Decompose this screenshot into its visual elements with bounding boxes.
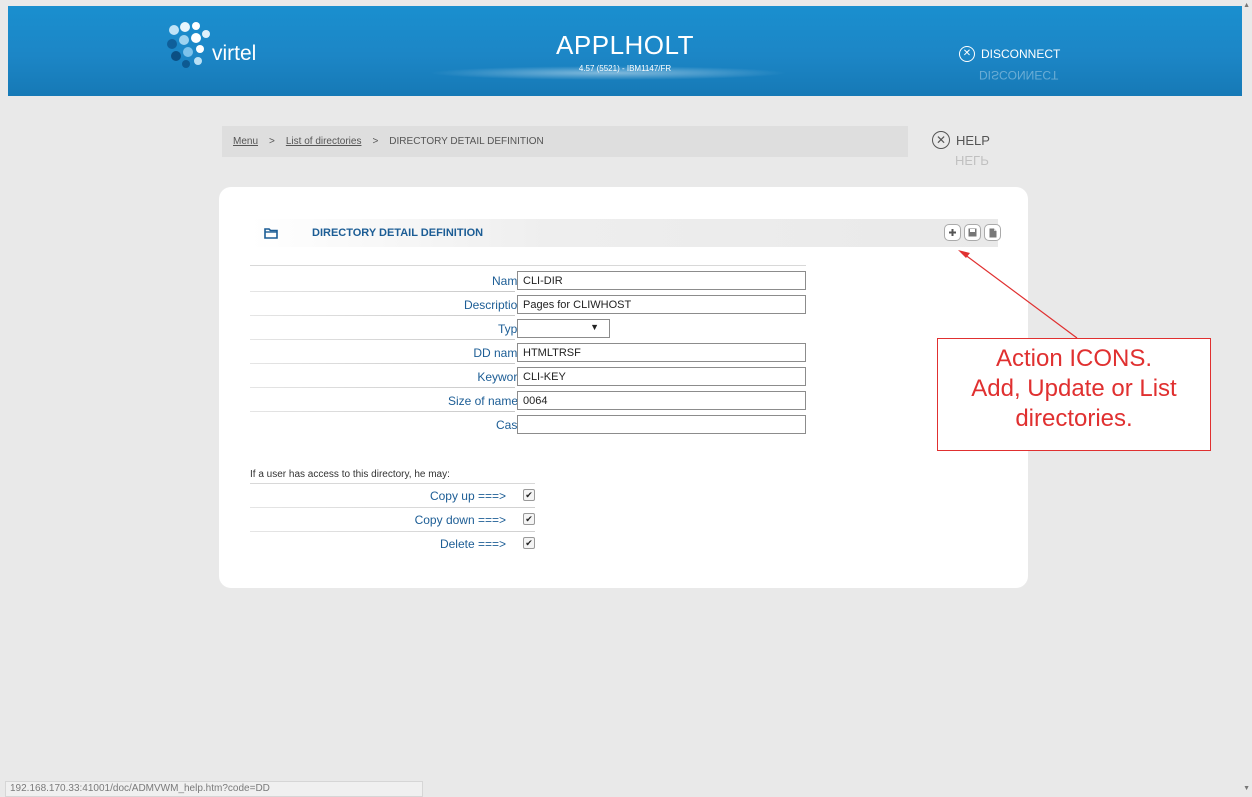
folder-icon (264, 228, 278, 239)
app-header: virtel APPLHOLT 4.57 (5521) - IBM1147/FR… (8, 6, 1242, 96)
copy-down-row: Copy down ===> ✔ (250, 508, 535, 532)
breadcrumb-separator: > (372, 136, 379, 147)
form-row-keyword: Keyword (250, 364, 806, 388)
annotation-line-3: directories. (1015, 405, 1133, 432)
copy-up-label: Copy up ===> (429, 489, 506, 503)
disconnect-reflection: DISCONNECT (979, 68, 1059, 82)
panel-title-bar: DIRECTORY DETAIL DEFINITION (250, 219, 1001, 247)
case-input[interactable] (517, 415, 806, 434)
help-reflection: HELP (955, 153, 989, 168)
detail-panel: DIRECTORY DETAIL DEFINITION Name CLI-DIR… (219, 187, 1028, 588)
name-input[interactable] (517, 271, 806, 290)
copy-up-row: Copy up ===> ✔ (250, 484, 535, 508)
tools-icon: ✕ (932, 131, 950, 149)
size-label: Size of names (447, 394, 524, 408)
keyword-input[interactable] (517, 367, 806, 386)
form-row-case: Case (250, 412, 806, 436)
panel-title: DIRECTORY DETAIL DEFINITION (312, 227, 484, 239)
delete-checkbox[interactable]: ✔ (523, 537, 535, 549)
add-button[interactable] (944, 224, 961, 241)
breadcrumb-list-link[interactable]: List of directories (286, 136, 362, 147)
annotation-line-2: Add, Update or List (971, 375, 1177, 402)
copy-down-label: Copy down ===> (414, 513, 506, 527)
dropdown-arrow-icon: ▼ (590, 322, 599, 332)
close-circle-icon: ✕ (959, 46, 975, 62)
ddname-input[interactable] (517, 343, 806, 362)
form-row-type: Type ▼ (250, 316, 806, 340)
breadcrumb-current: DIRECTORY DETAIL DEFINITION (389, 136, 544, 147)
size-input[interactable] (517, 391, 806, 410)
description-input[interactable] (517, 295, 806, 314)
scrollbar[interactable]: ▲ ▼ (1242, 0, 1252, 797)
copy-up-checkbox[interactable]: ✔ (523, 489, 535, 501)
annotation-callout: Action ICONS. Add, Update or List direct… (937, 338, 1211, 451)
annotation-line-1: Action ICONS. (995, 345, 1153, 372)
help-button[interactable]: ✕ HELP (932, 131, 990, 149)
form-row-description: Description (250, 292, 806, 316)
form-row-name: Name (250, 268, 806, 292)
form-row-ddname: DD name (250, 340, 806, 364)
status-bar-url: 192.168.170.33:41001/doc/ADMVWM_help.htm… (5, 781, 423, 797)
scroll-down-icon[interactable]: ▼ (1243, 785, 1250, 792)
plus-icon (949, 229, 956, 236)
access-intro: If a user has access to this directory, … (250, 469, 450, 480)
breadcrumb: Menu > List of directories > DIRECTORY D… (222, 126, 908, 157)
description-label: Description (463, 298, 524, 312)
disconnect-button[interactable]: ✕ DISCONNECT (959, 46, 1060, 62)
save-icon (968, 228, 977, 237)
delete-row: Delete ===> ✔ (250, 532, 535, 556)
breadcrumb-menu-link[interactable]: Menu (233, 136, 258, 147)
disconnect-label: DISCONNECT (981, 47, 1061, 61)
scroll-up-icon[interactable]: ▲ (1243, 2, 1250, 9)
action-icons (944, 224, 1001, 241)
type-select[interactable]: ▼ (517, 319, 610, 338)
copy-down-checkbox[interactable]: ✔ (523, 513, 535, 525)
list-button[interactable] (984, 224, 1001, 241)
document-icon (989, 228, 996, 237)
form-row-size: Size of names (250, 388, 806, 412)
breadcrumb-separator: > (269, 136, 275, 147)
update-button[interactable] (964, 224, 981, 241)
delete-label: Delete ===> (439, 537, 506, 551)
help-label: HELP (956, 132, 990, 148)
form-divider (250, 265, 806, 266)
